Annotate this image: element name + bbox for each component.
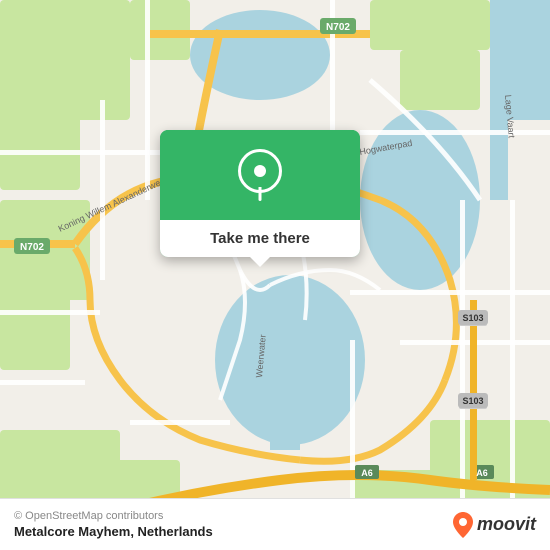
map-container: N702 N702 N702 S103 S103 A6 A6 Koning Wi… — [0, 0, 550, 550]
svg-text:A6: A6 — [476, 468, 488, 478]
svg-text:S103: S103 — [462, 313, 483, 323]
svg-text:Hogwaterpad: Hogwaterpad — [359, 138, 413, 157]
moovit-text: moovit — [477, 514, 536, 535]
take-me-there-button[interactable]: Take me there — [160, 220, 360, 257]
copyright-text: © OpenStreetMap contributors — [14, 510, 213, 522]
location-label: Metalcore Mayhem, Netherlands — [14, 524, 213, 539]
svg-text:N702: N702 — [326, 22, 350, 33]
popup-icon-area — [160, 130, 360, 220]
svg-text:Koning Willem Alexanderweg: Koning Willem Alexanderweg — [57, 175, 167, 233]
svg-text:Lage Vaart: Lage Vaart — [503, 94, 517, 139]
location-pin-icon — [238, 149, 282, 201]
svg-text:S103: S103 — [462, 396, 483, 406]
moovit-logo: moovit — [453, 512, 536, 538]
popup-card: Take me there — [160, 130, 360, 257]
moovit-pin-icon — [453, 512, 473, 538]
svg-text:N702: N702 — [20, 242, 44, 253]
bottom-bar: © OpenStreetMap contributors Metalcore M… — [0, 498, 550, 550]
svg-text:Weerwater: Weerwater — [254, 334, 268, 378]
svg-text:A6: A6 — [361, 468, 373, 478]
